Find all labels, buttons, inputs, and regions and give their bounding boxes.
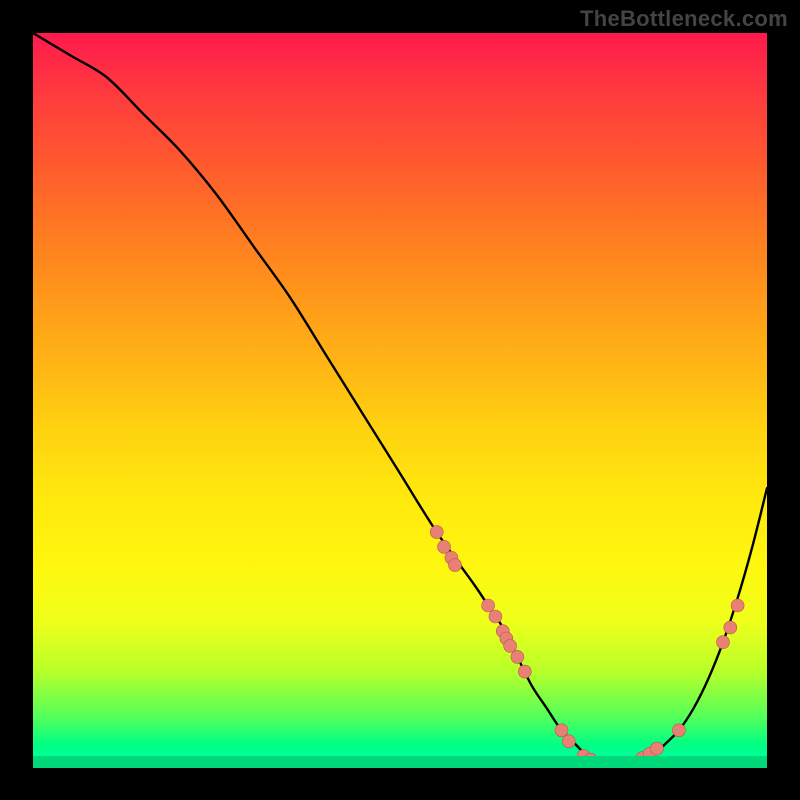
plot-area: [33, 33, 767, 767]
curve-marker: [511, 650, 524, 663]
curve-marker: [518, 665, 531, 678]
bottom-band: [33, 756, 767, 768]
curve-marker: [438, 540, 451, 553]
curve-marker: [430, 526, 443, 539]
curve-marker: [482, 599, 495, 612]
curve-marker: [650, 742, 663, 755]
chart-container: TheBottleneck.com: [0, 0, 800, 800]
curve-marker: [489, 610, 502, 623]
curve-marker: [555, 724, 568, 737]
curve-marker: [672, 724, 685, 737]
curve-marker: [717, 636, 730, 649]
curve-marker: [504, 639, 517, 652]
curve-marker: [724, 621, 737, 634]
watermark-label: TheBottleneck.com: [580, 6, 788, 32]
curve-marker: [449, 559, 462, 572]
bottleneck-curve: [33, 33, 767, 767]
curve-svg: [33, 33, 767, 767]
curve-marker: [731, 599, 744, 612]
curve-markers: [430, 526, 744, 767]
curve-marker: [562, 735, 575, 748]
